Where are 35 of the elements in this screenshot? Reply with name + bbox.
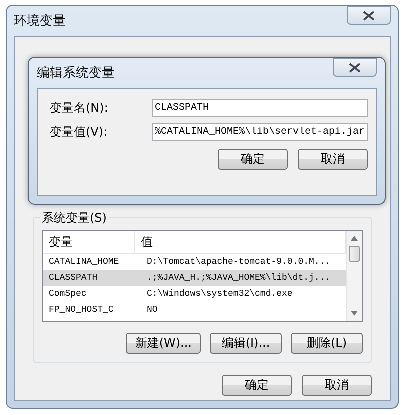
group-label: 系统变量(S) [40, 210, 109, 227]
close-icon [348, 62, 362, 72]
close-button[interactable] [333, 58, 377, 77]
dialog-title: 编辑系统变量 [37, 65, 115, 82]
dialog-button[interactable]: 确定 [222, 375, 292, 396]
input-field[interactable]: CLASSPATH [152, 99, 368, 117]
variable-name: FP_NO_HOST_C [48, 305, 115, 315]
variable-name: CATALINA_HOME [48, 257, 120, 267]
action-button[interactable]: 删除(L) [291, 333, 363, 354]
list-row[interactable]: FP_NO_HOST_C NO [43, 302, 346, 318]
action-button[interactable]: 编辑(I)... [210, 333, 282, 354]
variable-value: .;%JAVA_H.;%JAVA_HOME%\lib\dt.j... [146, 273, 332, 283]
list-row[interactable]: ComSpec C:\Windows\system32\cmd.exe [43, 286, 346, 302]
variable-value: NO [146, 305, 159, 315]
close-button[interactable] [347, 6, 391, 25]
scrollbar[interactable] [346, 231, 362, 321]
window-title: 环境变量 [14, 13, 66, 30]
dialog-button[interactable]: 取消 [302, 375, 372, 396]
input-field[interactable]: %CATALINA_HOME%\lib\servlet-api.jar [152, 123, 368, 141]
up-arrow-icon [351, 236, 358, 241]
scroll-thumb[interactable] [349, 246, 360, 262]
dialog-button[interactable]: 确定 [218, 149, 288, 170]
action-button[interactable]: 新建(W)... [126, 333, 201, 354]
list-row[interactable]: CLASSPATH .;%JAVA_H.;%JAVA_HOME%\lib\dt.j... [43, 270, 346, 286]
field-label: 变量名(N): [50, 100, 108, 116]
close-icon [362, 10, 376, 20]
down-arrow-icon [351, 311, 358, 316]
variable-name: ComSpec [48, 289, 88, 299]
variable-name: CLASSPATH [48, 273, 99, 283]
dialog-button[interactable]: 取消 [298, 149, 368, 170]
variable-value: C:\Windows\system32\cmd.exe [146, 289, 294, 299]
field-label: 变量值(V): [50, 124, 108, 140]
list-row[interactable]: CATALINA_HOME D:\Tomcat\apache-tomcat-9.0.0.M... [43, 254, 346, 270]
column-header[interactable]: 变量 [43, 231, 135, 253]
variable-value: D:\Tomcat\apache-tomcat-9.0.0.M... [146, 257, 332, 267]
